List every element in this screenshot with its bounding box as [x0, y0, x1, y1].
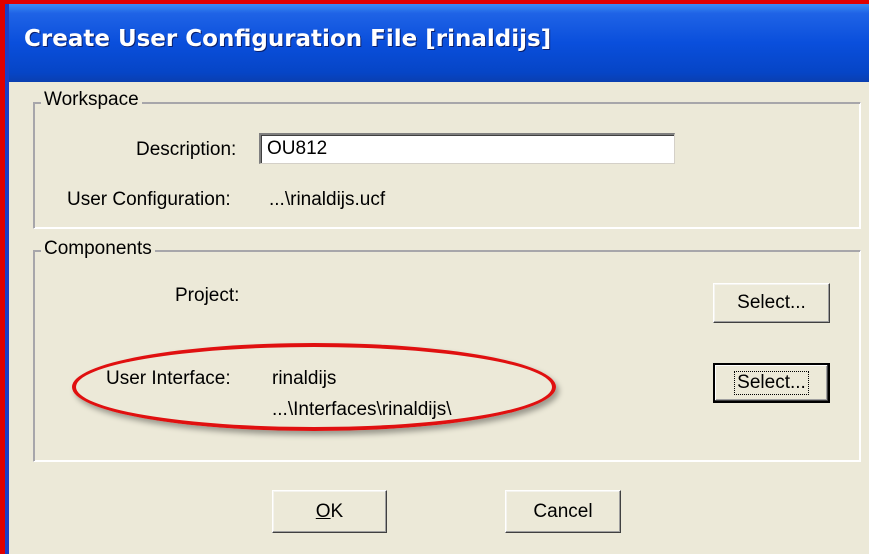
- user-configuration-label: User Configuration:: [67, 189, 231, 210]
- description-label: Description:: [136, 139, 237, 160]
- user-interface-select-button[interactable]: Select...: [713, 363, 830, 403]
- ok-mnemonic: O: [315, 500, 331, 522]
- components-group: [33, 250, 861, 462]
- window-border-left: [5, 4, 9, 554]
- user-interface-select-button-label: Select...: [734, 371, 809, 395]
- user-configuration-value: ...\rinaldijs.ucf: [269, 189, 386, 210]
- title-bar[interactable]: Create User Configuration File [rinaldij…: [9, 4, 869, 82]
- window-title: Create User Configuration File [rinaldij…: [24, 26, 552, 52]
- project-label: Project:: [175, 285, 240, 306]
- ok-button-label: OK: [316, 501, 343, 522]
- cancel-button-label: Cancel: [533, 500, 593, 522]
- project-select-button[interactable]: Select...: [713, 283, 830, 323]
- ok-button[interactable]: OK: [272, 490, 387, 533]
- components-group-label: Components: [41, 238, 155, 260]
- workspace-group-label: Workspace: [41, 89, 142, 111]
- user-interface-label: User Interface:: [106, 368, 231, 389]
- project-select-button-label: Select...: [737, 292, 806, 313]
- user-interface-path: ...\Interfaces\rinaldijs\: [272, 399, 452, 420]
- user-interface-name: rinaldijs: [272, 368, 337, 389]
- cancel-button[interactable]: Cancel: [505, 490, 621, 533]
- description-field[interactable]: [259, 133, 675, 164]
- ok-label-rest: K: [330, 500, 344, 522]
